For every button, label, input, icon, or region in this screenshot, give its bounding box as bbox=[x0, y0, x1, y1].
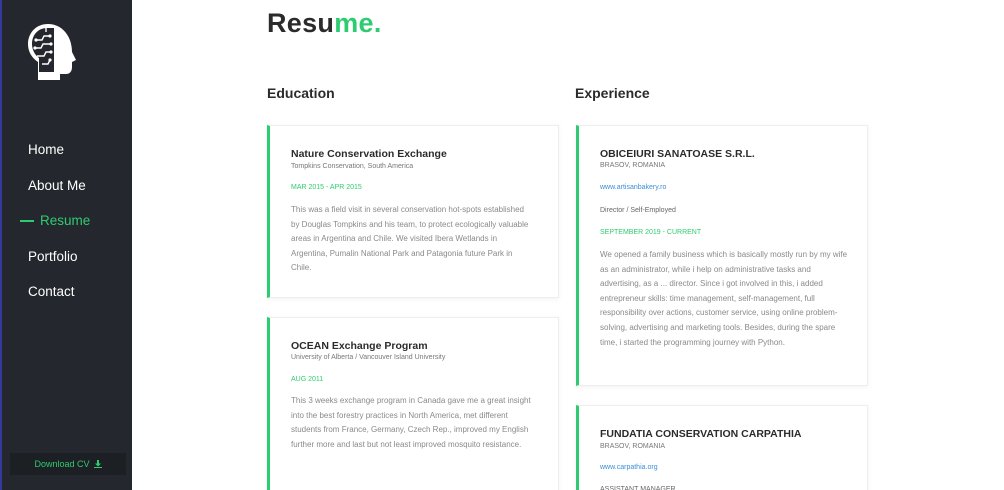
card-description: We opened a family business which is bas… bbox=[600, 250, 848, 347]
nav-item-label: Contact bbox=[28, 284, 75, 300]
nav-item-contact[interactable]: Contact bbox=[28, 274, 90, 310]
card-title: FUNDATIA CONSERVATION CARPATHIA bbox=[600, 428, 802, 440]
card-title: OBICEIURI SANATOASE S.R.L. bbox=[600, 148, 755, 160]
experience-card: FUNDATIA CONSERVATION CARPATHIA BRASOV, … bbox=[576, 405, 868, 490]
download-cv-button[interactable]: Download CV bbox=[10, 453, 126, 475]
nav-item-resume[interactable]: Resume bbox=[20, 203, 90, 239]
card-subtitle: BRASOV, ROMANIA bbox=[600, 162, 666, 169]
education-heading: Education bbox=[267, 85, 335, 101]
download-icon bbox=[93, 460, 102, 468]
nav-item-label: Home bbox=[28, 142, 65, 158]
card-subtitle: Tompkins Conservation, South America bbox=[291, 163, 414, 170]
nav-item-portfolio[interactable]: Portfolio bbox=[28, 239, 90, 275]
education-card: Nature Conservation Exchange Tompkins Co… bbox=[267, 125, 559, 298]
card-title: Nature Conservation Exchange bbox=[291, 148, 447, 160]
sidebar: Home About Me Resume Portfolio Contact D… bbox=[0, 0, 132, 490]
nav-item-about-me[interactable]: About Me bbox=[28, 168, 90, 204]
card-role: Director / Self-Employed bbox=[600, 207, 676, 214]
card-role: ASSISTANT MANAGER bbox=[600, 486, 676, 490]
card-description: This 3 weeks exchange program in Canada … bbox=[291, 396, 531, 449]
experience-heading: Experience bbox=[575, 85, 650, 101]
page-title: Resume. bbox=[267, 8, 382, 39]
nav-item-label: About Me bbox=[28, 177, 86, 193]
page-title-main: Resu bbox=[267, 8, 335, 38]
card-title: OCEAN Exchange Program bbox=[291, 340, 428, 352]
page-title-accent: me. bbox=[334, 8, 382, 38]
experience-card: OBICEIURI SANATOASE S.R.L. BRASOV, ROMAN… bbox=[576, 125, 868, 386]
nav-item-label: Portfolio bbox=[28, 248, 78, 264]
card-description: This was a field visit in several conser… bbox=[291, 205, 529, 273]
company-website-link[interactable]: www.carpathia.org bbox=[600, 464, 658, 471]
nav-item-home[interactable]: Home bbox=[28, 132, 90, 168]
card-date: SEPTEMBER 2019 - CURRENT bbox=[600, 229, 702, 236]
active-indicator-dash bbox=[20, 220, 34, 222]
head-brain-logo-icon bbox=[28, 24, 76, 80]
download-cv-label: Download CV bbox=[34, 459, 90, 469]
company-website-link[interactable]: www.artisanbakery.ro bbox=[600, 184, 666, 191]
card-date: AUG 2011 bbox=[291, 376, 324, 383]
education-card: OCEAN Exchange Program University of Alb… bbox=[267, 317, 559, 490]
card-date: MAR 2015 - APR 2015 bbox=[291, 184, 362, 191]
main-nav: Home About Me Resume Portfolio Contact bbox=[20, 132, 90, 310]
nav-item-label: Resume bbox=[40, 213, 91, 229]
card-subtitle: University of Alberta / Vancouver Island… bbox=[291, 354, 446, 361]
card-subtitle: BRASOV, ROMANIA bbox=[600, 443, 666, 450]
